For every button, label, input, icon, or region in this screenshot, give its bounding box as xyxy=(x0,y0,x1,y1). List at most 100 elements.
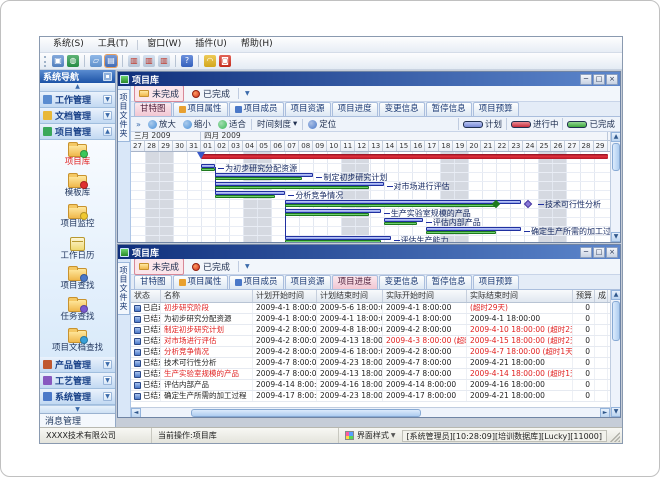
menu-item-3[interactable]: 插件(U) xyxy=(188,37,234,52)
gantt-button-时间刻度[interactable]: 时间刻度 ▾ xyxy=(255,118,299,130)
scroll-right-arrow[interactable]: ► xyxy=(600,408,610,417)
task-bar-评估内部产品[interactable] xyxy=(384,218,423,225)
gantt-chart[interactable]: 为初步研究分配资源制定初步研究计划对市场进行评估分析竞争情况技术可行性分析生产实… xyxy=(131,152,610,242)
sidebar-item-项目文档查找[interactable]: 项目文档查找 xyxy=(40,326,115,357)
tab-项目进度[interactable]: 项目进度 xyxy=(332,102,378,116)
sidebar-group-项目管理[interactable]: 项目管理▲ xyxy=(40,124,115,140)
sidebar-item-项目库[interactable]: 项目库 xyxy=(40,140,115,171)
gantt-button-适合[interactable]: 适合 xyxy=(216,118,248,130)
summary-task-bar-初步研究阶段[interactable] xyxy=(201,154,608,159)
column-header-计划结束时间[interactable]: 计划结束时间 xyxy=(317,290,383,302)
sidebar-item-项目查找[interactable]: 项目查找 xyxy=(40,264,115,295)
tab-暂停信息[interactable]: 暂停信息 xyxy=(426,102,472,116)
sidebar-item-任务查找[interactable]: 任务查找 xyxy=(40,295,115,326)
tab-变更信息[interactable]: 变更信息 xyxy=(379,102,425,116)
column-header-名称[interactable]: 名称 xyxy=(161,290,253,302)
sidebar-item-模板库[interactable]: 模板库 xyxy=(40,171,115,202)
task-bar-确定生产所需的加工过程[interactable] xyxy=(426,227,521,234)
gantt-vertical-scrollbar[interactable]: ▲▼ xyxy=(610,132,620,242)
tab-项目进度[interactable]: 项目进度 xyxy=(332,275,378,289)
gantt-button-缩小[interactable]: 缩小 xyxy=(181,118,213,130)
tab-暂停信息[interactable]: 暂停信息 xyxy=(426,275,472,289)
sidebar-group-工艺管理[interactable]: 工艺管理▼ xyxy=(40,373,115,389)
scroll-down-arrow[interactable]: ▼ xyxy=(611,407,620,417)
toolbar-grip[interactable] xyxy=(44,56,47,67)
report-add-icon[interactable]: ▥ xyxy=(128,55,140,67)
minimize-button[interactable]: ─ xyxy=(580,74,592,85)
column-header-预算[interactable]: 预算 xyxy=(573,290,595,302)
task-bar-技术可行性分析[interactable] xyxy=(285,200,521,207)
table-row[interactable]: 已结束为初步研究分配资源2009-4-1 8:00:002009-4-1 18:… xyxy=(131,314,610,325)
filter-button-未完成[interactable]: 未完成 xyxy=(134,259,184,275)
open-folder-icon[interactable]: ▱ xyxy=(90,55,102,67)
minimize-button[interactable]: ─ xyxy=(580,247,592,258)
gantt-button-放大[interactable]: 放大 xyxy=(146,118,178,130)
resize-grip[interactable] xyxy=(610,432,620,442)
app-window-icon[interactable]: ▣ xyxy=(52,55,64,67)
interface-style-button[interactable]: 界面样式 ▼ xyxy=(339,428,402,443)
scroll-track[interactable] xyxy=(611,342,620,407)
tab-项目资源[interactable]: 项目资源 xyxy=(285,102,331,116)
task-bar-生产实验室规模的产品[interactable] xyxy=(285,209,380,216)
sidebar-overflow-chevron[interactable]: ▼ xyxy=(40,405,115,413)
tab-project-folder[interactable]: 项目文件夹 xyxy=(118,89,130,142)
table-vertical-scrollbar[interactable]: ▲▼ xyxy=(610,290,620,417)
scroll-thumb[interactable] xyxy=(612,301,620,341)
scroll-up-arrow[interactable]: ▲ xyxy=(611,132,620,142)
tab-变更信息[interactable]: 变更信息 xyxy=(379,275,425,289)
table-row[interactable]: 已结束技术可行性分析2009-4-7 8:00:002009-4-23 18:0… xyxy=(131,358,610,369)
sidebar-group-产品管理[interactable]: 产品管理▼ xyxy=(40,357,115,373)
menu-item-2[interactable]: 窗口(W) xyxy=(140,37,188,52)
sidebar-group-系统管理[interactable]: 系统管理▼ xyxy=(40,389,115,405)
menu-item-0[interactable]: 系统(S) xyxy=(46,37,91,52)
task-bar-评估生产能力[interactable] xyxy=(285,236,390,242)
pin-icon[interactable]: ▪ xyxy=(103,72,112,81)
tab-甘特图[interactable]: 甘特图 xyxy=(134,102,172,116)
tab-项目成员[interactable]: 项目成员 xyxy=(229,102,284,116)
help-icon[interactable]: ? xyxy=(181,55,193,67)
filter-button-已完成[interactable]: 已完成 xyxy=(187,259,235,275)
table-row[interactable]: 已结束生产实验室规模的产品2009-4-7 8:00:002009-4-13 1… xyxy=(131,369,610,380)
exit-icon[interactable]: ◙ xyxy=(219,55,231,67)
task-bar-对市场进行评估[interactable] xyxy=(215,182,383,189)
report-edit-icon[interactable]: ▥ xyxy=(143,55,155,67)
task-bar-制定初步研究计划[interactable] xyxy=(215,173,313,180)
tab-项目资源[interactable]: 项目资源 xyxy=(285,275,331,289)
sidebar-group-文档管理[interactable]: 文档管理▼ xyxy=(40,108,115,124)
tab-message-manage[interactable]: 消息管理 xyxy=(40,413,115,427)
table-row[interactable]: 已结束分析竞争情况2009-4-2 8:00:002009-4-6 18:00:… xyxy=(131,347,610,358)
tab-项目属性[interactable]: 项目属性 xyxy=(173,102,228,116)
lock-icon[interactable]: ◠ xyxy=(204,55,216,67)
sidebar-item-项目监控[interactable]: 项目监控 xyxy=(40,202,115,233)
table-horizontal-scrollbar[interactable]: ◄► xyxy=(131,407,610,417)
close-button[interactable]: × xyxy=(606,247,618,258)
menu-item-4[interactable]: 帮助(H) xyxy=(234,37,280,52)
column-header-计划开始时间[interactable]: 计划开始时间 xyxy=(253,290,317,302)
table-row[interactable]: 已结束制定初步研究计划2009-4-2 8:00:002009-4-8 18:0… xyxy=(131,325,610,336)
globe-icon[interactable]: ◍ xyxy=(67,55,79,67)
chevron-down-icon[interactable]: ▼ xyxy=(242,90,253,97)
sidebar-item-工作日历[interactable]: 工作日历 xyxy=(40,233,115,264)
tab-project-folder[interactable]: 项目文件夹 xyxy=(118,262,130,315)
scroll-track[interactable] xyxy=(611,172,620,232)
column-header-实际开始时间[interactable]: 实际开始时间 xyxy=(383,290,467,302)
tab-项目属性[interactable]: 项目属性 xyxy=(173,275,228,289)
task-bar-为初步研究分配资源[interactable] xyxy=(201,164,215,171)
tab-项目成员[interactable]: 项目成员 xyxy=(229,275,284,289)
save-icon[interactable]: ▤ xyxy=(105,55,117,67)
sidebar-group-工作管理[interactable]: 工作管理▼ xyxy=(40,92,115,108)
column-header-状态[interactable]: 状态 xyxy=(131,290,161,302)
table-row[interactable]: 已结束对市场进行评估2009-4-2 8:00:002009-4-13 18:0… xyxy=(131,336,610,347)
table-row[interactable]: 已结束确定生产所需的加工过程2009-4-17 8:00:002009-4-23… xyxy=(131,391,610,402)
tab-项目预算[interactable]: 项目预算 xyxy=(473,102,519,116)
column-header-实际结束时间[interactable]: 实际结束时间 xyxy=(467,290,573,302)
task-bar-分析竞争情况[interactable] xyxy=(215,191,285,198)
close-button[interactable]: × xyxy=(606,74,618,85)
tab-项目预算[interactable]: 项目预算 xyxy=(473,275,519,289)
column-header-成[interactable]: 成 xyxy=(595,290,608,302)
toolbar-overflow-chevron[interactable]: » xyxy=(134,120,143,129)
filter-button-未完成[interactable]: 未完成 xyxy=(134,86,184,102)
sidebar-collapse-button[interactable]: ▲ xyxy=(40,83,115,92)
scroll-thumb[interactable] xyxy=(612,143,620,171)
maximize-button[interactable]: □ xyxy=(593,74,605,85)
